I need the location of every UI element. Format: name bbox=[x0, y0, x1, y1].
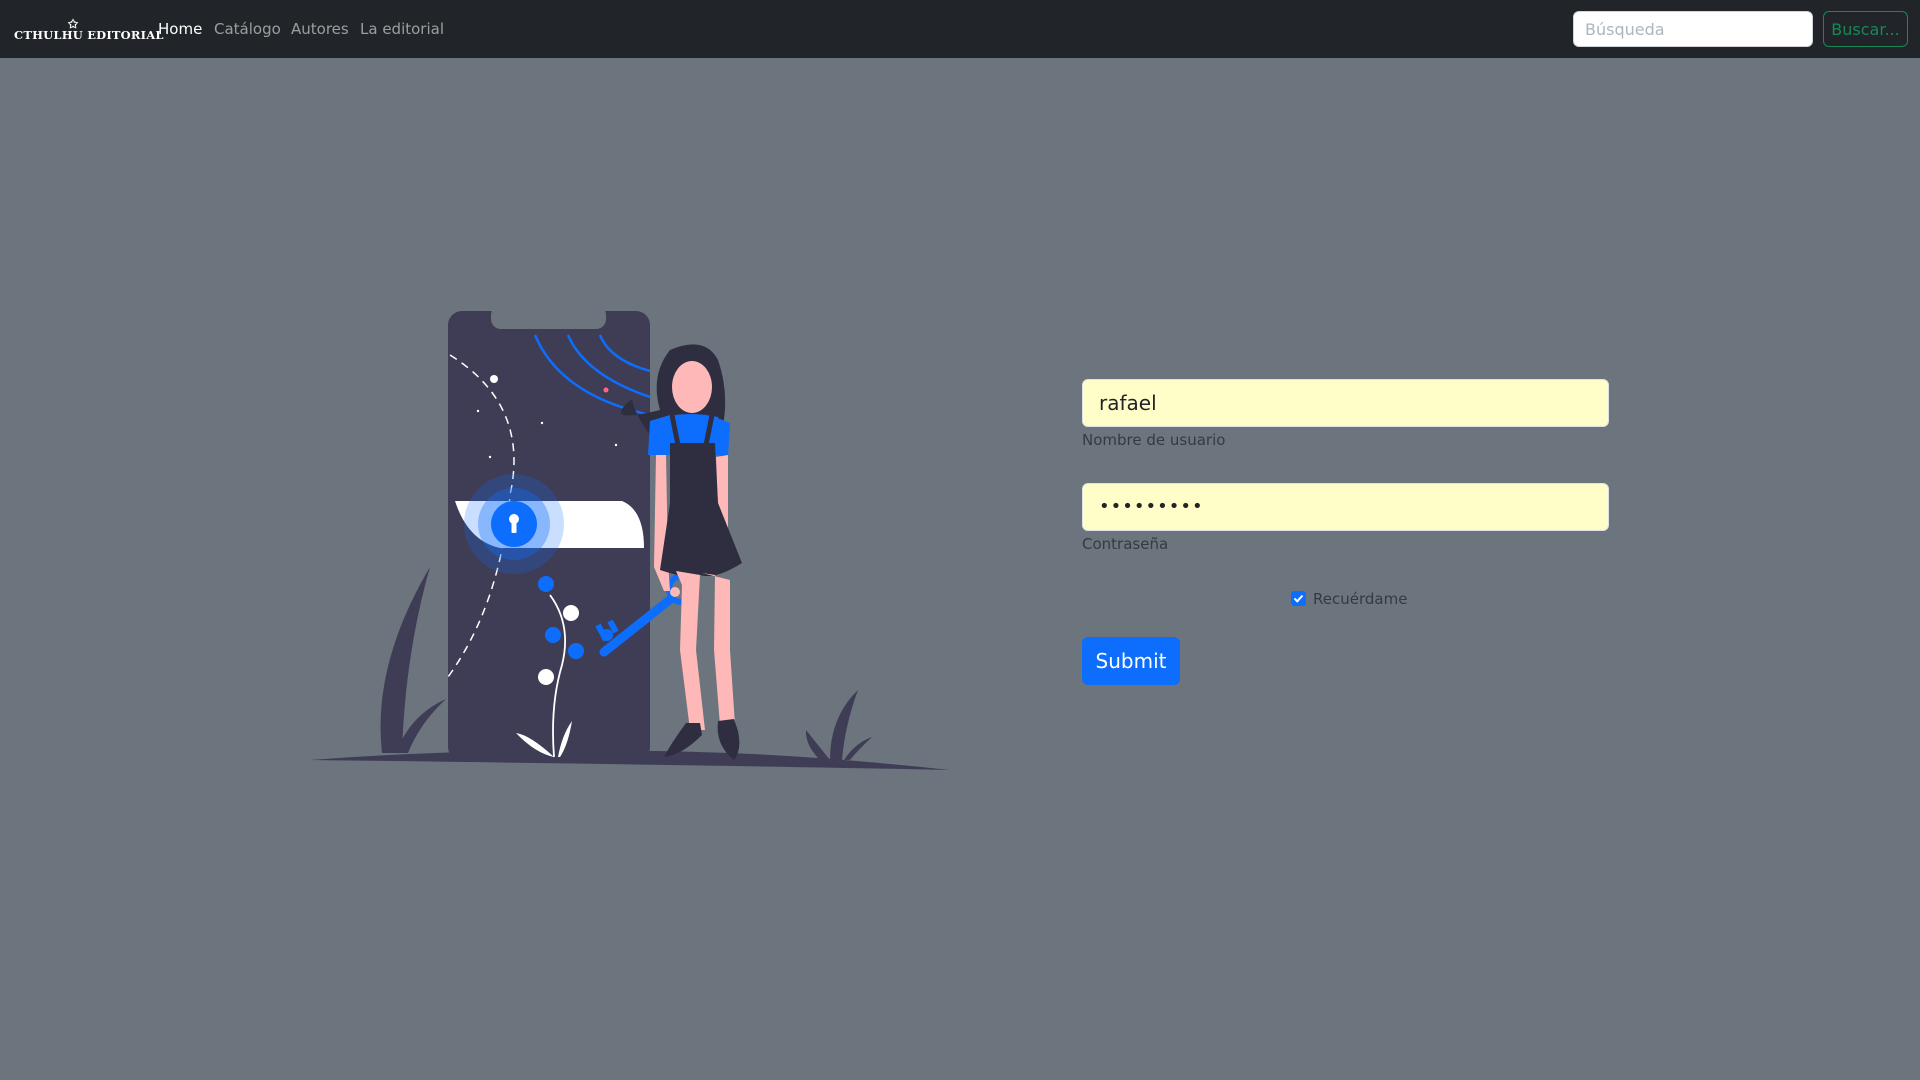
remember-label[interactable]: Recuérdame bbox=[1313, 590, 1407, 608]
nav-autores[interactable]: Autores bbox=[291, 20, 349, 38]
checkmark-icon bbox=[1293, 594, 1304, 603]
login-illustration bbox=[310, 305, 950, 770]
submit-button[interactable]: Submit bbox=[1082, 637, 1180, 685]
leaf-left bbox=[380, 567, 446, 753]
top-navbar: ✩ CTHULHU EDITORIAL Home Catálogo Autore… bbox=[0, 0, 1920, 58]
username-help: Nombre de usuario bbox=[1082, 431, 1226, 449]
remember-checkbox[interactable] bbox=[1291, 591, 1306, 606]
phone bbox=[447, 305, 651, 761]
password-help: Contraseña bbox=[1082, 535, 1169, 553]
leaf-right bbox=[805, 690, 872, 760]
nav-catalogo[interactable]: Catálogo bbox=[214, 20, 281, 38]
search-button[interactable]: Buscar... bbox=[1823, 11, 1908, 47]
search-input[interactable] bbox=[1573, 11, 1813, 47]
brand-name: CTHULHU EDITORIAL bbox=[14, 28, 164, 42]
password-field[interactable]: ••••••••• bbox=[1082, 483, 1609, 531]
username-field[interactable]: rafael bbox=[1082, 379, 1609, 427]
brand-logo[interactable]: ✩ CTHULHU EDITORIAL bbox=[14, 18, 163, 44]
nav-la-editorial[interactable]: La editorial bbox=[360, 20, 444, 38]
nav-home[interactable]: Home bbox=[158, 20, 202, 38]
